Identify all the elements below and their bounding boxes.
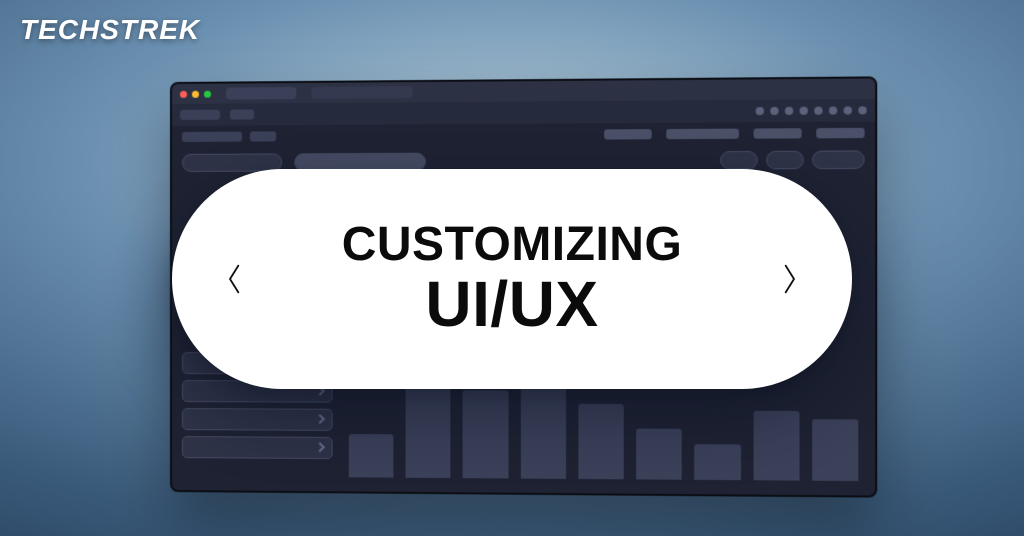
brand-name: TECHSTREK xyxy=(20,14,200,46)
bar xyxy=(636,429,682,480)
headline-pill: CUSTOMIZING UI/UX xyxy=(172,169,852,389)
nav-tab xyxy=(816,128,864,139)
toolbar-chip xyxy=(230,109,254,119)
title-tab xyxy=(226,87,296,100)
toolbar-icon xyxy=(756,107,764,115)
bar xyxy=(349,434,394,478)
action-pill xyxy=(766,151,804,170)
toolbar-icon-cluster xyxy=(756,106,867,115)
bar xyxy=(812,420,858,481)
list-item xyxy=(182,408,333,431)
bar xyxy=(695,444,741,480)
toolbar-icon xyxy=(844,106,852,114)
bar xyxy=(578,403,624,479)
toolbar-icon xyxy=(858,106,866,114)
toolbar-icon xyxy=(829,106,837,114)
bar xyxy=(406,375,451,478)
close-dot-icon xyxy=(180,90,187,97)
tab-chip xyxy=(182,132,242,142)
chevron-right-icon[interactable] xyxy=(774,264,804,294)
headline-text: CUSTOMIZING UI/UX xyxy=(250,221,774,337)
headline-line-1: CUSTOMIZING xyxy=(250,221,774,270)
maximize-dot-icon xyxy=(204,90,211,97)
toolbar-chip xyxy=(180,110,220,120)
bar xyxy=(753,411,799,481)
window-traffic-lights xyxy=(180,90,211,97)
nav-tab xyxy=(666,129,739,140)
headline-line-2: UI/UX xyxy=(250,272,774,337)
toolbar-icon xyxy=(800,107,808,115)
chevron-left-icon[interactable] xyxy=(220,264,250,294)
tab-chip xyxy=(250,131,276,141)
toolbar-icon xyxy=(814,107,822,115)
nav-tab xyxy=(604,129,652,139)
minimize-dot-icon xyxy=(192,90,199,97)
nav-tabs xyxy=(604,128,864,140)
toolbar-icon xyxy=(785,107,793,115)
toolbar-icon xyxy=(770,107,778,115)
nav-tab xyxy=(754,128,802,139)
brand-logo: TECHSTREK xyxy=(20,14,200,46)
list-item xyxy=(182,436,333,459)
title-tab xyxy=(311,86,412,99)
action-pill xyxy=(720,151,758,170)
action-pill xyxy=(812,150,865,169)
bar xyxy=(463,390,508,478)
